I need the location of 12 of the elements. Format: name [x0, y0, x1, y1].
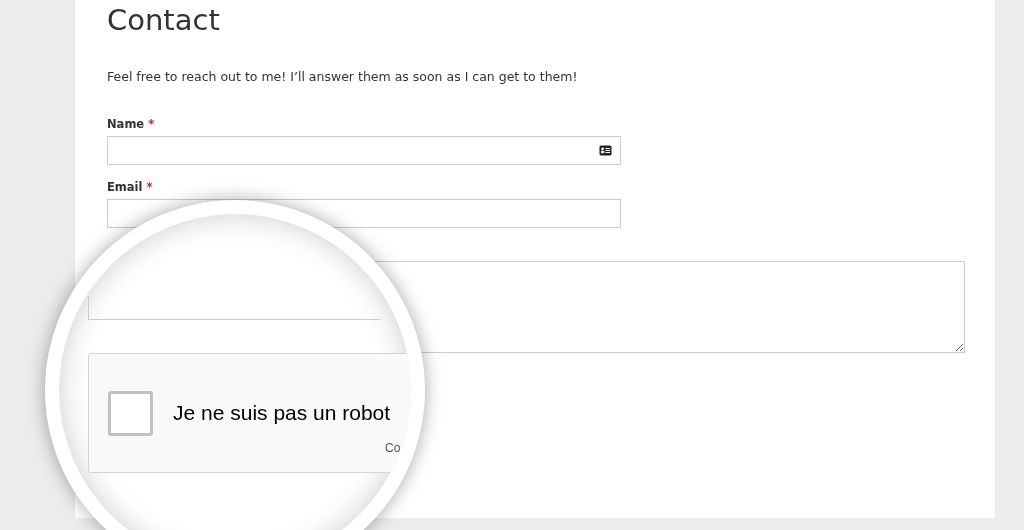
intro-text: Feel free to reach out to me! I’ll answer them as soon as I can get to them! [107, 68, 579, 86]
captcha-checkbox[interactable] [108, 390, 153, 436]
required-mark: * [146, 179, 153, 195]
message-field[interactable] [88, 296, 380, 320]
captcha-footer-text: Co [385, 440, 401, 457]
field-label: Email [107, 179, 143, 195]
field-label: Name [107, 116, 145, 132]
name-field[interactable] [107, 136, 621, 165]
required-mark: * [148, 116, 155, 132]
captcha-label: Je ne suis pas un robot [173, 400, 391, 427]
page-heading: Contact [107, 2, 221, 39]
contact-card-icon [599, 145, 612, 156]
